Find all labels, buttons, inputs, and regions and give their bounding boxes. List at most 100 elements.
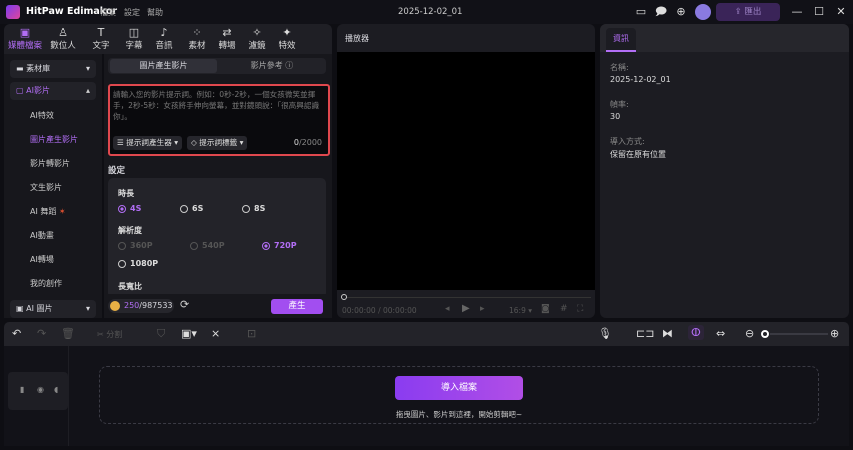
sidebar-item-ai-transition[interactable]: AI轉場 <box>30 254 54 265</box>
snap-icon[interactable]: ⧓ <box>662 327 673 340</box>
snapshot-icon[interactable]: ◙ <box>541 304 550 314</box>
import-mode-value: 保留在原有位置 <box>610 150 666 159</box>
scissors-icon: ✂ <box>97 330 107 339</box>
sidebar-ai-image[interactable]: ▣ AI 圖片 ▾ <box>10 300 96 318</box>
eye-icon[interactable]: ◉ <box>37 385 44 394</box>
ai-video-icon: ▢ <box>16 86 27 95</box>
sidebar-item-image-to-video[interactable]: 圖片產生影片 <box>30 134 78 145</box>
zoom-slider-handle[interactable] <box>761 330 769 338</box>
name-label: 名稱: <box>610 63 629 72</box>
tab-transition[interactable]: ⇄ 轉場 <box>210 26 244 51</box>
magnet-split-icon[interactable]: ⵀ <box>688 325 704 340</box>
sidebar-item-video-to-video[interactable]: 影片轉影片 <box>30 158 70 169</box>
tab-filter[interactable]: ✧ 濾鏡 <box>240 26 274 51</box>
delete-icon[interactable]: 🗑 <box>61 327 75 340</box>
tab-info[interactable]: 資訊 <box>606 28 636 52</box>
tab-avatar[interactable]: ♙ 數位人 <box>46 26 80 51</box>
char-counter: 0/2000 <box>293 138 322 147</box>
import-file-button[interactable]: 導入檔案 <box>395 376 523 400</box>
split-button[interactable]: ✂ 分割 <box>97 329 122 340</box>
player-panel: 播放器 00:00:00 / 00:00:00 ◂ ▶ ▸ 16:9 ▾ ◙ #… <box>337 24 595 318</box>
tab-effects[interactable]: ✦ 特效 <box>270 26 304 51</box>
track-header: ▮ ◉ ◖ <box>8 372 68 410</box>
fit-icon[interactable]: ⇔ <box>716 327 725 340</box>
resolution-720p-radio[interactable]: 720P <box>262 241 297 250</box>
tab-subtitle[interactable]: ◫ 字幕 <box>117 26 151 51</box>
export-button[interactable]: ⇪ 匯出 <box>716 3 780 21</box>
fullscreen-icon[interactable]: ⛶ <box>577 304 583 314</box>
sidebar-item-ai-animation[interactable]: AI動畫 <box>30 230 54 241</box>
duration-label: 時長 <box>118 189 134 198</box>
dancer-icon: ✶ <box>58 207 66 216</box>
media-drop-zone[interactable]: 導入檔案 拖曳圖片、影片到這裡，開始剪輯吧~ <box>99 366 819 424</box>
play-icon[interactable]: ▶ <box>462 303 470 314</box>
aspect-ratio-select[interactable]: 16:9 ▾ <box>509 306 532 315</box>
film-icon[interactable]: ▮ <box>20 385 24 394</box>
duration-8s-radio[interactable]: 8S <box>242 204 265 213</box>
info-icon[interactable]: ⓘ <box>285 61 293 70</box>
maximize-icon[interactable]: ☐ <box>812 5 826 19</box>
sidebar-library[interactable]: ▬ 素材庫 ▾ <box>10 60 96 78</box>
prompt-tags-button[interactable]: ◇ 提示詞標籤 ▾ <box>187 136 248 150</box>
crop-icon[interactable]: # <box>560 304 568 314</box>
tab-video-reference[interactable]: 影片參考 ⓘ <box>220 59 324 73</box>
sidebar-item-text-to-video[interactable]: 文生影片 <box>30 182 62 193</box>
video-preview <box>337 52 595 290</box>
sidebar-ai-video[interactable]: ▢ AI影片 ▴ <box>10 82 96 100</box>
tab-audio[interactable]: ♪ 音訊 <box>147 26 181 51</box>
sidebar-item-ai-effects[interactable]: AI特效 <box>30 110 54 121</box>
upload-icon: ⇪ <box>734 7 745 17</box>
sidebar-item-ai-dance[interactable]: AI 舞蹈 ✶ <box>30 206 66 217</box>
duration-4s-radio[interactable]: 4S <box>118 204 141 213</box>
progress-slider[interactable] <box>347 297 591 298</box>
zoom-out-icon[interactable]: ⊖ <box>745 327 754 340</box>
generate-button[interactable]: 產生 <box>271 299 323 314</box>
minimize-icon[interactable]: — <box>790 5 804 19</box>
microphone-icon[interactable]: 🎙 <box>598 327 612 340</box>
tab-image-to-video[interactable]: 圖片產生影片 <box>110 59 217 73</box>
image-to-video-panel: 圖片產生影片 影片參考 ⓘ 請輸入您的影片提示詞。例如：0秒-2秒，一個女孩微笑… <box>104 54 332 318</box>
sidebar-item-my-creations[interactable]: 我的創作 <box>30 278 62 289</box>
zoom-in-icon[interactable]: ⊕ <box>830 327 839 340</box>
feedback-icon[interactable]: 🗩 <box>654 5 668 19</box>
tab-text[interactable]: T 文字 <box>84 26 118 51</box>
undo-icon[interactable]: ↶ <box>12 327 21 340</box>
prompt-generator-button[interactable]: ☰ 提示詞產生器 ▾ <box>113 136 183 150</box>
download-icon[interactable]: ⊕ <box>674 5 688 19</box>
prev-frame-icon[interactable]: ◂ <box>445 304 450 314</box>
tab-elements[interactable]: ⁘ 素材 <box>180 26 214 51</box>
screen-record-icon[interactable]: ⊡ <box>247 327 256 340</box>
filter-icon: ✧ <box>252 26 262 39</box>
text-insert-icon[interactable]: ▣▾ <box>181 327 197 340</box>
link-icon[interactable]: ⊏⊐ <box>636 327 654 340</box>
music-icon: ♪ <box>160 26 168 39</box>
zoom-slider[interactable] <box>770 333 828 335</box>
chevron-down-icon: ▾ <box>85 64 90 73</box>
menu-help[interactable]: 幫助 <box>147 7 163 18</box>
next-frame-icon[interactable]: ▸ <box>480 304 485 314</box>
close-icon[interactable]: ✕ <box>834 5 848 19</box>
resolution-540p-radio[interactable]: 540P <box>190 241 225 250</box>
prompt-input[interactable]: 請輸入您的影片提示詞。例如：0秒-2秒，一個女孩微笑並揮手，2秒-5秒：女孩將手… <box>108 84 330 156</box>
speaker-icon[interactable]: ◖ <box>54 385 58 394</box>
chevron-up-icon: ▴ <box>85 86 90 95</box>
mask-icon[interactable]: ⛉ <box>157 327 165 341</box>
resolution-360p-radio[interactable]: 360P <box>118 241 153 250</box>
resolution-label: 解析度 <box>118 226 142 235</box>
resolution-1080p-radio[interactable]: 1080P <box>118 259 158 268</box>
prompt-placeholder[interactable]: 請輸入您的影片提示詞。例如：0秒-2秒，一個女孩微笑並揮手，2秒-5秒：女孩將手… <box>113 89 323 122</box>
tab-media[interactable]: ▣ 媒體檔案 <box>8 26 42 51</box>
aspect-ratio-label: 長寬比 <box>118 282 142 291</box>
fps-label: 幀率: <box>610 100 629 109</box>
chevron-down-icon: ▾ <box>85 304 90 313</box>
menu-settings[interactable]: 設定 <box>124 7 140 18</box>
user-avatar[interactable] <box>695 4 711 20</box>
remove-text-icon[interactable]: ⨯ <box>211 327 220 340</box>
refresh-icon[interactable]: ⟳ <box>180 298 189 311</box>
ai-image-icon: ▣ <box>16 304 27 313</box>
duration-6s-radio[interactable]: 6S <box>180 204 203 213</box>
redo-icon[interactable]: ↷ <box>37 327 46 340</box>
name-value: 2025-12-02_01 <box>610 75 671 84</box>
layout-icon[interactable]: ▭ <box>634 5 648 19</box>
menu-file[interactable]: 檔案 <box>100 7 116 18</box>
